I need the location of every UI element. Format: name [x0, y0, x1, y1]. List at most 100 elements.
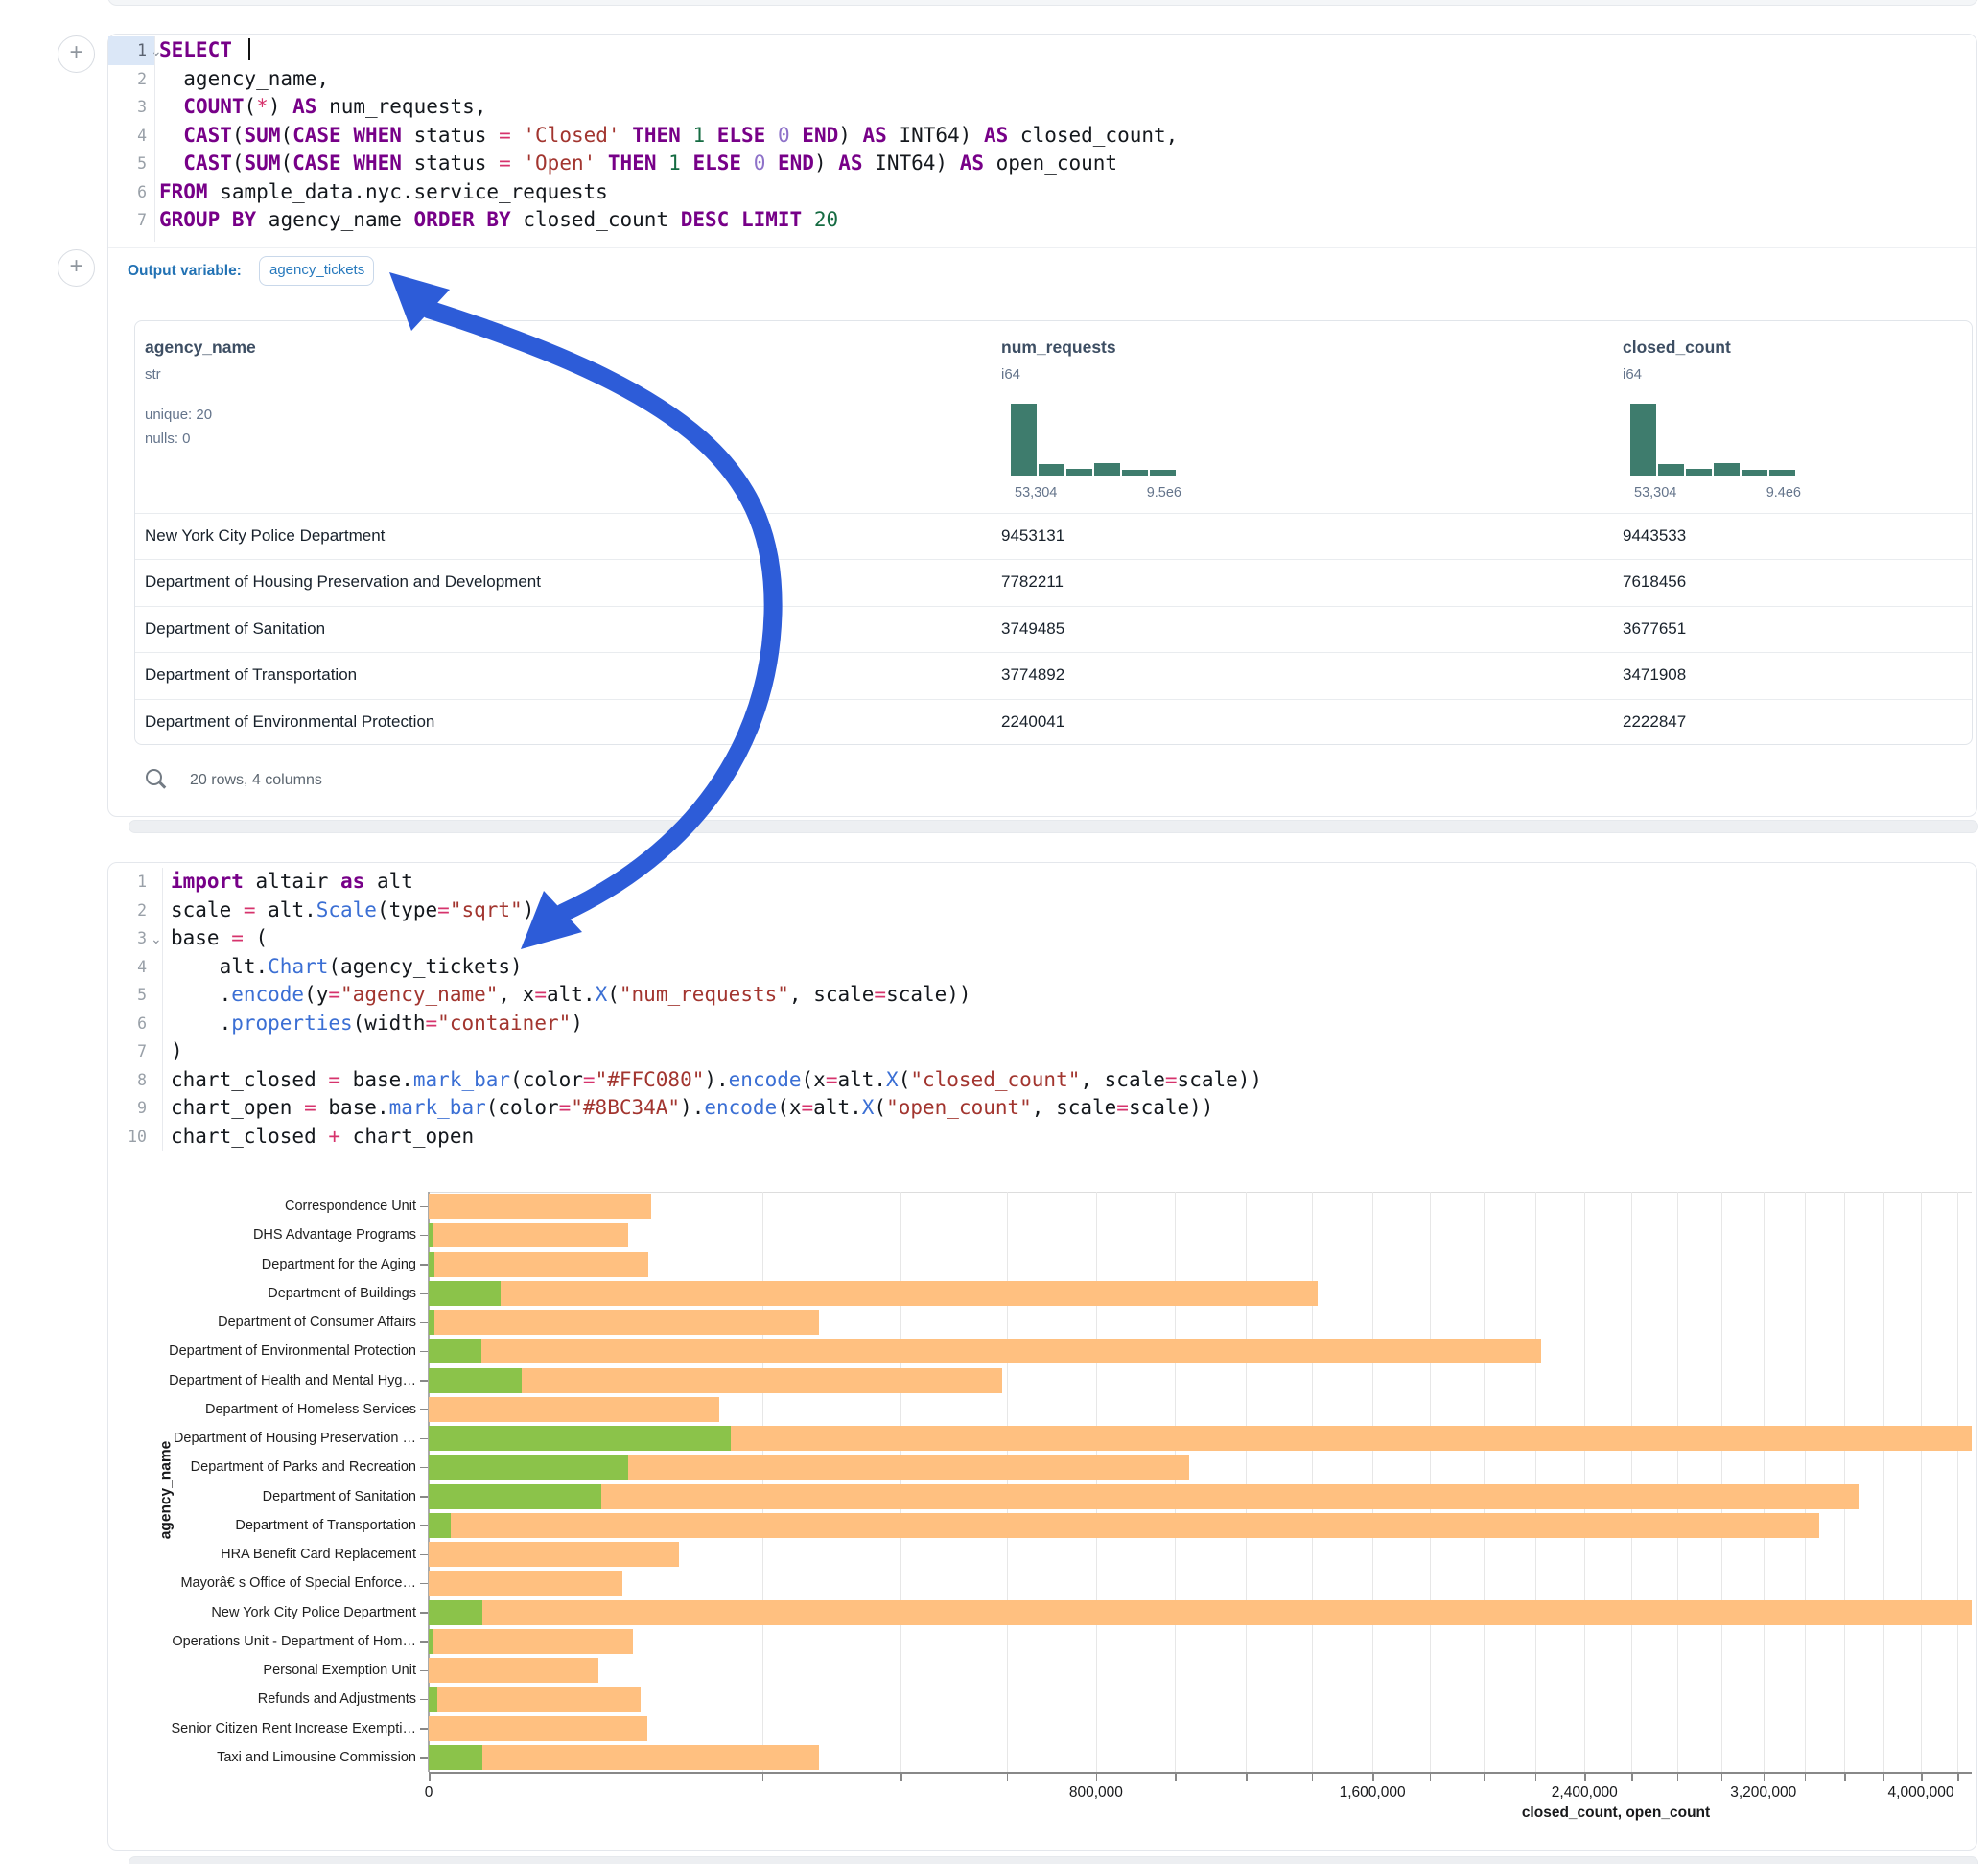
- bar-open_count: [429, 1455, 628, 1480]
- table-cell[interactable]: Department of Environmental Protection: [145, 699, 434, 745]
- x-axis-tick-label: 800,000: [1029, 1784, 1163, 1802]
- gridline: [1721, 1192, 1722, 1772]
- table-cell[interactable]: 7782211: [1001, 559, 1064, 605]
- y-axis-label: Personal Exemption Unit: [129, 1662, 416, 1679]
- bar-closed_count: [429, 1252, 648, 1277]
- sql-gutter-divider: [154, 36, 155, 242]
- table-cell[interactable]: New York City Police Department: [145, 513, 385, 559]
- code-line[interactable]: chart_open = base.mark_bar(color="#8BC34…: [171, 1094, 1213, 1123]
- y-axis-label: Mayorâ€ s Office of Special Enforce…: [129, 1574, 416, 1592]
- bar-closed_count: [429, 1716, 647, 1741]
- output-variable-badge[interactable]: agency_tickets: [259, 256, 374, 286]
- gridline: [1805, 1192, 1806, 1772]
- x-axis-tick: [1631, 1774, 1633, 1781]
- x-axis-tick: [1677, 1774, 1679, 1781]
- table-cell[interactable]: 3774892: [1001, 652, 1064, 698]
- code-line[interactable]: base = (: [171, 924, 268, 953]
- gridline: [1312, 1192, 1313, 1772]
- x-axis-line: [429, 1772, 1972, 1774]
- y-axis-label: Correspondence Unit: [129, 1198, 416, 1215]
- histogram-bar: [1094, 463, 1120, 476]
- code-line[interactable]: CAST(SUM(CASE WHEN status = 'Open' THEN …: [159, 150, 1117, 178]
- x-axis-tick: [762, 1774, 764, 1781]
- table-cell[interactable]: 2222847: [1623, 699, 1686, 745]
- bar-open_count: [429, 1252, 434, 1277]
- histogram-min-label: 53,304: [1015, 485, 1057, 501]
- bar-closed_count: [429, 1542, 679, 1567]
- line-number: 9: [108, 1094, 147, 1123]
- sql-editor[interactable]: SELECT agency_name, COUNT(*) AS num_requ…: [159, 36, 1962, 242]
- bar-open_count: [429, 1629, 433, 1654]
- line-number: 3: [108, 924, 147, 953]
- table-cell[interactable]: Department of Transportation: [145, 652, 357, 698]
- histogram-bar: [1011, 404, 1037, 476]
- line-number: 1: [108, 868, 147, 897]
- code-line[interactable]: GROUP BY agency_name ORDER BY closed_cou…: [159, 206, 838, 235]
- plot-top-border: [429, 1192, 1972, 1193]
- histogram-bar: [1769, 470, 1795, 476]
- code-line[interactable]: .properties(width="container"): [171, 1010, 583, 1038]
- x-axis-title: closed_count, open_count: [1496, 1805, 1736, 1822]
- table-cell[interactable]: 9453131: [1001, 513, 1064, 559]
- output-variable-label: Output variable:: [128, 263, 242, 280]
- code-line[interactable]: SELECT: [159, 36, 250, 65]
- table-cell[interactable]: 9443533: [1623, 513, 1686, 559]
- line-number: 6: [108, 178, 147, 207]
- add-cell-button-top[interactable]: +: [58, 35, 95, 73]
- code-line[interactable]: scale = alt.Scale(type="sqrt"): [171, 897, 534, 925]
- y-axis-domain: [428, 1192, 430, 1772]
- code-line[interactable]: chart_closed = base.mark_bar(color="#FFC…: [171, 1066, 1262, 1095]
- x-axis-tick-label: 0: [362, 1784, 496, 1802]
- x-axis-tick-label: 3,200,000: [1696, 1784, 1831, 1802]
- y-axis-tick: [420, 1699, 428, 1701]
- column-type: str: [145, 366, 161, 383]
- column-header[interactable]: agency_name: [145, 338, 256, 358]
- gridline: [1484, 1192, 1485, 1772]
- code-line[interactable]: .encode(y="agency_name", x=alt.X("num_re…: [171, 981, 971, 1010]
- code-line[interactable]: alt.Chart(agency_tickets): [171, 953, 523, 982]
- python-editor[interactable]: import altair as altscale = alt.Scale(ty…: [171, 868, 1964, 1151]
- table-cell[interactable]: 3677651: [1623, 606, 1686, 652]
- column-header[interactable]: num_requests: [1001, 338, 1116, 358]
- code-line[interactable]: CAST(SUM(CASE WHEN status = 'Closed' THE…: [159, 122, 1178, 151]
- bar-closed_count: [429, 1658, 598, 1683]
- bar-open_count: [429, 1745, 482, 1770]
- table-cell[interactable]: 7618456: [1623, 559, 1686, 605]
- x-axis-tick-major: [1584, 1774, 1586, 1781]
- add-cell-button-middle[interactable]: +: [58, 249, 95, 287]
- x-axis-tick: [1883, 1774, 1885, 1781]
- sql-cell-bottom-bar[interactable]: [129, 820, 1978, 833]
- collapse-chevron-icon[interactable]: ⌄: [151, 926, 162, 955]
- histogram-bar: [1630, 404, 1656, 476]
- table-cell[interactable]: Department of Sanitation: [145, 606, 325, 652]
- code-line[interactable]: chart_closed + chart_open: [171, 1123, 474, 1152]
- bar-open_count: [429, 1484, 601, 1509]
- table-cell[interactable]: 3749485: [1001, 606, 1064, 652]
- gridline: [1246, 1192, 1247, 1772]
- table-cell[interactable]: 2240041: [1001, 699, 1064, 745]
- column-meta: nulls: 0: [145, 431, 191, 447]
- line-number: 5: [108, 150, 147, 178]
- code-line[interactable]: agency_name,: [159, 65, 329, 94]
- code-line[interactable]: import altair as alt: [171, 868, 413, 897]
- table-cell[interactable]: Department of Housing Preservation and D…: [145, 559, 541, 605]
- column-header[interactable]: closed_count: [1623, 338, 1731, 358]
- code-line[interactable]: COUNT(*) AS num_requests,: [159, 93, 486, 122]
- column-meta: unique: 20: [145, 407, 212, 423]
- table-cell[interactable]: 3471908: [1623, 652, 1686, 698]
- x-axis-tick: [1721, 1774, 1723, 1781]
- bar-open_count: [429, 1339, 481, 1363]
- histogram-bar: [1066, 469, 1092, 476]
- gridline: [1957, 1192, 1958, 1772]
- code-line[interactable]: ): [171, 1037, 183, 1066]
- bar-open_count: [429, 1426, 731, 1451]
- code-line[interactable]: FROM sample_data.nyc.service_requests: [159, 178, 608, 207]
- y-axis-tick: [420, 1496, 428, 1498]
- line-number: 3: [108, 93, 147, 122]
- y-axis-tick: [420, 1351, 428, 1353]
- y-axis-tick: [420, 1612, 428, 1614]
- gridline: [1430, 1192, 1431, 1772]
- x-axis-tick-label: 4,000,000: [1854, 1784, 1988, 1802]
- x-axis-tick: [1007, 1774, 1009, 1781]
- bar-open_count: [429, 1513, 451, 1538]
